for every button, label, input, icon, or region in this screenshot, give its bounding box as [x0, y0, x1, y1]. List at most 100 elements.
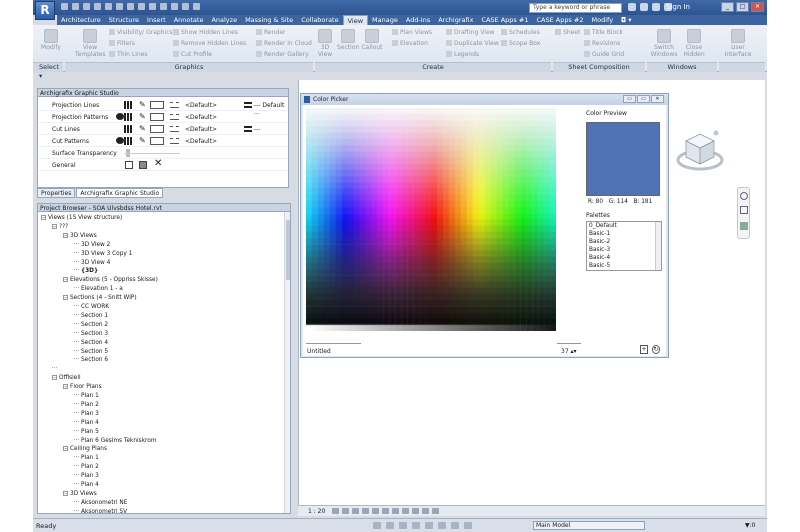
palette-list-item[interactable]: Basic-4 [587, 254, 661, 262]
close-hidden-icon[interactable] [171, 3, 178, 10]
tree-leaf[interactable]: 3D View 2 [74, 241, 110, 249]
tree-leaf[interactable]: Aksonometri NE [74, 499, 127, 507]
zoom-region-icon[interactable] [740, 222, 748, 230]
select-panel-label[interactable]: Select ▾ [33, 62, 63, 80]
tab-massing-site[interactable]: Massing & Site [241, 15, 297, 25]
tree-leaf[interactable]: CC WORK [74, 303, 109, 311]
color-swatch[interactable] [150, 137, 164, 145]
tree-leaf[interactable]: Plan 3 [74, 410, 99, 418]
duplicate-view-button[interactable]: Duplicate View [446, 40, 499, 47]
tree-node[interactable]: − Views (1S View structure) [41, 214, 122, 222]
tree-node[interactable]: −??? [52, 223, 68, 231]
collapse-toggle-icon[interactable]: − [63, 384, 68, 390]
checkbox-icon[interactable] [125, 161, 133, 169]
window-buttons[interactable]: _ □ ✕ [721, 2, 764, 12]
pattern-value[interactable]: <Default> [185, 126, 217, 133]
plan-views-button[interactable]: Plan Views [392, 29, 432, 36]
pattern-value[interactable]: <Default> [185, 114, 217, 121]
application-menu-button[interactable]: R [35, 1, 55, 20]
tree-leaf[interactable]: Plan 6 Gesims Tekniskrom [74, 437, 157, 445]
view-templates-button[interactable]: View Templates [75, 29, 106, 58]
render-button[interactable]: Render [256, 29, 285, 36]
tree-leaf[interactable]: 3D View 4 [74, 259, 110, 267]
switch-windows-button[interactable]: Switch Windows [650, 29, 678, 58]
tree-leaf[interactable]: Section 5 [74, 348, 108, 356]
schedules-button[interactable]: Schedules [501, 29, 540, 36]
cut-lines-row[interactable]: Cut Lines ✎ <Default> --- [38, 123, 288, 135]
revisions-button[interactable]: Revisions [584, 40, 620, 47]
dialog-close-button[interactable]: ✕ [651, 95, 664, 103]
tree-node[interactable]: −3D Views [63, 232, 97, 240]
select-pinned-icon[interactable] [438, 522, 446, 529]
elevation-button[interactable]: Elevation [392, 40, 428, 47]
tab-modify[interactable]: Modify [588, 15, 618, 25]
undo-icon[interactable] [83, 3, 90, 10]
dialog-window-buttons[interactable]: ▭ ▭ ✕ [623, 95, 664, 103]
3d-view-icon[interactable] [138, 3, 145, 10]
pen-icon[interactable]: ✎ [139, 113, 146, 121]
close-hidden-button[interactable]: Close Hidden [681, 29, 707, 58]
view-control-icons[interactable] [332, 508, 439, 514]
cut-patterns-row[interactable]: Cut Patterns ✎ <Default> [38, 135, 288, 147]
dialog-restore-button[interactable]: ▭ [637, 95, 650, 103]
tab-collaborate[interactable]: Collaborate [297, 15, 342, 25]
line-weight-value[interactable]: --- [254, 126, 261, 133]
palette-name-field[interactable]: Untitled [307, 348, 331, 355]
pattern-grid-icon[interactable] [124, 101, 132, 109]
select-by-face-icon[interactable] [451, 522, 459, 529]
guide-grid-button[interactable]: Guide Grid [584, 51, 624, 58]
pattern-value[interactable]: <Default> [185, 138, 217, 145]
minimize-button[interactable]: _ [721, 2, 734, 12]
pen-icon[interactable]: ✎ [139, 101, 146, 109]
binoculars-icon[interactable] [628, 3, 636, 11]
color-swatch[interactable] [150, 125, 164, 133]
pattern-grid-icon[interactable] [124, 113, 132, 121]
color-swatch[interactable] [150, 113, 164, 121]
collapse-toggle-icon[interactable]: − [41, 215, 46, 220]
tree-leaf[interactable]: Section 3 [74, 330, 108, 338]
zoom-icon[interactable] [740, 206, 748, 214]
customize-icon[interactable] [193, 3, 200, 10]
line-weight-icon[interactable] [244, 102, 252, 108]
reveal-hidden-icon[interactable] [422, 508, 429, 514]
palette-list-item[interactable]: Basic-5 [587, 262, 661, 270]
design-options-icon[interactable] [386, 522, 394, 529]
tree-leaf[interactable]: Section 2 [74, 321, 108, 329]
temp-hide-icon[interactable] [412, 508, 419, 514]
fill-pattern-icon[interactable] [170, 138, 179, 144]
measure-icon[interactable] [116, 3, 123, 10]
tree-leaf[interactable] [52, 365, 59, 373]
tree-leaf[interactable]: Section 1 [74, 312, 108, 320]
crop-view-icon[interactable] [382, 508, 389, 514]
general-row[interactable]: General ✕ [38, 159, 288, 171]
steering-wheel-icon[interactable] [740, 192, 748, 200]
viewcube[interactable] [676, 128, 724, 176]
palette-list-item[interactable]: 0_Default [587, 222, 661, 230]
3d-view-button[interactable]: 3D View [316, 29, 334, 58]
detail-level-icon[interactable] [332, 508, 339, 514]
tree-leaf[interactable]: Plan 4 [74, 419, 99, 427]
pen-icon[interactable]: ✎ [139, 125, 146, 133]
palettes-list[interactable]: 0_Default Basic-1 Basic-2 Basic-3 Basic-4 Bas… [586, 221, 662, 271]
tab-manage[interactable]: Manage [368, 15, 402, 25]
render-in-cloud-button[interactable]: Render in Cloud [256, 40, 312, 47]
callout-button[interactable]: Callout [361, 29, 383, 51]
pattern-value[interactable]: <Default> [185, 102, 217, 109]
tree-leaf[interactable]: Section 4 [74, 339, 108, 347]
thin-lines-icon[interactable] [160, 3, 167, 10]
viewcube-home-icon[interactable] [713, 130, 719, 136]
tree-leaf[interactable]: Plan 1 [74, 392, 99, 400]
tab-case-apps-2[interactable]: CASE Apps #2 [532, 15, 587, 25]
tab-archigrafix-graphic-studio[interactable]: Archigrafix Graphic Studio [76, 188, 164, 198]
search-input[interactable]: Type a keyword or phrase [529, 3, 622, 13]
select-links-icon[interactable] [412, 522, 420, 529]
tab-[interactable]: ◘ ▾ [617, 15, 635, 25]
tree-leaf[interactable]: Elevation 1 - a [74, 285, 123, 293]
tab-view[interactable]: View [342, 15, 369, 25]
tree-leaf[interactable]: Plan 1 [74, 454, 99, 462]
tab-archigrafix[interactable]: Archigrafix [434, 15, 477, 25]
show-hidden-lines-button[interactable]: Show Hidden Lines [173, 29, 238, 36]
visibility-graphics-button[interactable]: Visibility/ Graphics [109, 29, 173, 36]
tab-structure[interactable]: Structure [105, 15, 143, 25]
tab-properties[interactable]: Properties [37, 188, 76, 198]
